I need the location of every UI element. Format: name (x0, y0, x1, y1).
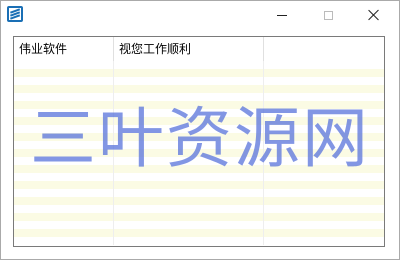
watermark-text: 三叶资源网 (30, 100, 370, 177)
list-cell (14, 189, 114, 197)
list-cell (114, 181, 264, 189)
list-cell (14, 61, 114, 69)
close-button[interactable] (351, 1, 397, 29)
list-cell (114, 69, 264, 77)
list-cell (14, 213, 114, 221)
list-row[interactable] (14, 189, 384, 197)
list-row[interactable] (14, 205, 384, 213)
list-cell (14, 221, 114, 229)
list-cell (114, 77, 264, 85)
list-row[interactable] (14, 181, 384, 189)
list-cell (14, 205, 114, 213)
minimize-button[interactable] (259, 1, 305, 29)
list-row[interactable] (14, 85, 384, 93)
list-cell (14, 77, 114, 85)
list-row[interactable] (14, 61, 384, 69)
list-cell (14, 69, 114, 77)
list-row[interactable] (14, 77, 384, 85)
list-row[interactable] (14, 69, 384, 77)
list-cell (114, 229, 264, 237)
list-cell (114, 61, 264, 69)
maximize-icon (323, 10, 333, 20)
list-cell (114, 237, 264, 245)
list-cell (14, 85, 114, 93)
app-logo-icon (7, 6, 23, 22)
list-row[interactable] (14, 213, 384, 221)
list-header: 伟业软件 视您工作顺利 (14, 37, 384, 61)
list-cell (114, 213, 264, 221)
column-header-2[interactable]: 视您工作顺利 (114, 37, 264, 61)
list-row[interactable] (14, 237, 384, 245)
column-header-3[interactable] (264, 37, 384, 61)
maximize-button[interactable] (305, 1, 351, 29)
column-header-1[interactable]: 伟业软件 (14, 37, 114, 61)
list-cell (114, 221, 264, 229)
list-cell (14, 197, 114, 205)
close-icon (368, 9, 380, 21)
list-cell (114, 85, 264, 93)
list-cell (114, 197, 264, 205)
list-row[interactable] (14, 197, 384, 205)
list-row[interactable] (14, 229, 384, 237)
list-cell (14, 181, 114, 189)
title-bar[interactable] (1, 1, 399, 29)
list-cell (14, 237, 114, 245)
list-cell (14, 229, 114, 237)
list-row[interactable] (14, 221, 384, 229)
list-cell (114, 205, 264, 213)
minimize-icon (277, 14, 287, 16)
list-cell (114, 189, 264, 197)
